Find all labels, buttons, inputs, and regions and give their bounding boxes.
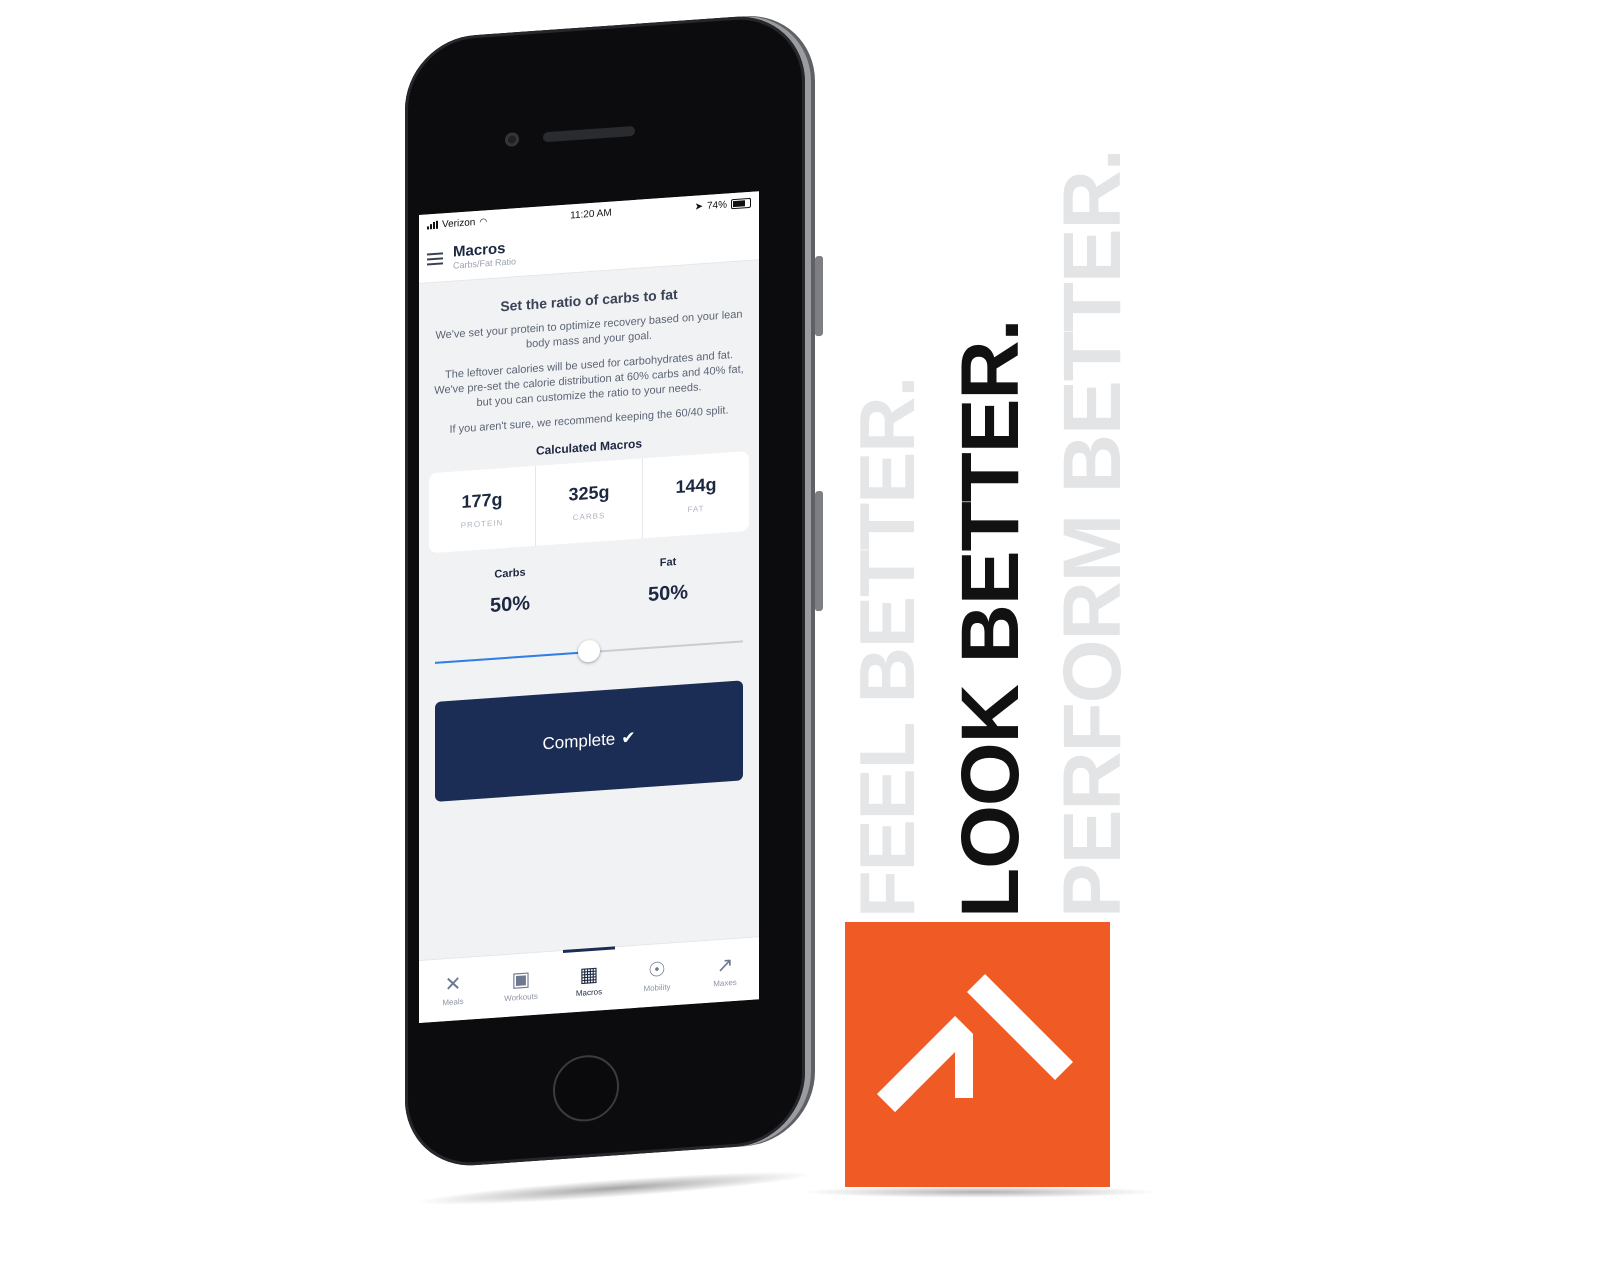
carbs-value: 325g — [568, 481, 610, 505]
logo-mark-icon — [877, 974, 1073, 1112]
slider-fill — [435, 651, 589, 664]
calendar-icon: ▣ — [511, 967, 531, 992]
earpiece-speaker — [543, 125, 635, 143]
battery-icon — [730, 197, 751, 210]
phone-body: Verizon ◠ 11:20 AM ➤ 74% Macros Carbs/Fa… — [405, 12, 823, 1170]
battery-percent: 74% — [706, 198, 727, 212]
wifi-icon: ◠ — [479, 215, 488, 227]
macro-fat: 144g FAT — [642, 450, 749, 539]
slider-thumb[interactable] — [578, 639, 600, 663]
calculator-icon: ▦ — [579, 962, 599, 987]
tab-label: Mobility — [643, 981, 671, 993]
protein-label: PROTEIN — [460, 518, 504, 531]
tab-label: Meals — [442, 996, 464, 1007]
fat-ratio-label: Fat — [659, 556, 677, 570]
carbs-label: CARBS — [572, 510, 606, 523]
tab-label: Maxes — [713, 977, 737, 988]
ratio-slider[interactable] — [435, 628, 743, 676]
hamburger-menu-icon[interactable] — [427, 249, 443, 268]
ratio-display: Carbs 50% Fat 50% — [431, 551, 747, 622]
tab-mobility[interactable]: ☉ Mobility — [623, 942, 691, 1009]
macro-carbs: 325g CARBS — [535, 458, 642, 546]
fat-ratio: Fat 50% — [648, 555, 688, 607]
macro-card: 177g PROTEIN 325g CARBS 144g FAT — [429, 450, 749, 554]
carrier-name: Verizon — [442, 216, 476, 230]
macro-protein: 177g PROTEIN — [429, 466, 535, 553]
fat-label: FAT — [687, 504, 705, 515]
tab-bar: ✕ Meals ▣ Workouts ▦ Macros ☉ Mobility ↗ — [419, 936, 759, 1024]
volume-button — [815, 255, 823, 337]
fork-knife-icon: ✕ — [444, 972, 462, 996]
carbs-ratio-value: 50% — [489, 592, 531, 618]
tab-maxes[interactable]: ↗ Maxes — [691, 937, 759, 1004]
complete-button-label: Complete — [542, 729, 616, 754]
fat-ratio-value: 50% — [647, 581, 689, 607]
tab-workouts[interactable]: ▣ Workouts — [487, 952, 555, 1019]
status-time: 11:20 AM — [570, 207, 612, 221]
slogan-look-text: LOOK BETTER. — [945, 319, 1036, 918]
person-icon: ☉ — [648, 958, 666, 982]
logo-shadow — [800, 1186, 1160, 1198]
complete-button[interactable]: Complete ✔ — [435, 680, 743, 802]
home-button[interactable] — [553, 1053, 619, 1124]
phone-mockup: Verizon ◠ 11:20 AM ➤ 74% Macros Carbs/Fa… — [405, 11, 825, 1212]
brand-logo — [845, 922, 1110, 1187]
front-camera — [505, 132, 519, 148]
distribution-paragraph: The leftover calories will be used for c… — [434, 349, 744, 410]
tab-meals[interactable]: ✕ Meals — [419, 956, 487, 1023]
slogan-perform-text: PERFORM BETTER. — [1047, 149, 1138, 918]
tab-label: Macros — [575, 986, 603, 998]
tab-label: Workouts — [504, 991, 538, 1003]
checkmark-icon: ✔ — [621, 727, 636, 748]
side-button — [815, 490, 823, 612]
protein-value: 177g — [461, 489, 503, 513]
carbs-ratio: Carbs 50% — [490, 566, 530, 618]
slogan-feel-text: FEEL BETTER. — [843, 376, 931, 918]
signal-icon — [427, 220, 438, 230]
tab-macros[interactable]: ▦ Macros — [555, 947, 623, 1014]
location-icon: ➤ — [694, 200, 703, 213]
app-screen: Verizon ◠ 11:20 AM ➤ 74% Macros Carbs/Fa… — [419, 191, 759, 1024]
phone-shadow — [415, 1165, 815, 1212]
carbs-ratio-label: Carbs — [494, 566, 526, 581]
chart-icon: ↗ — [716, 953, 734, 977]
main-content: Set the ratio of carbs to fat We've set … — [419, 260, 759, 803]
fat-value: 144g — [675, 474, 717, 498]
